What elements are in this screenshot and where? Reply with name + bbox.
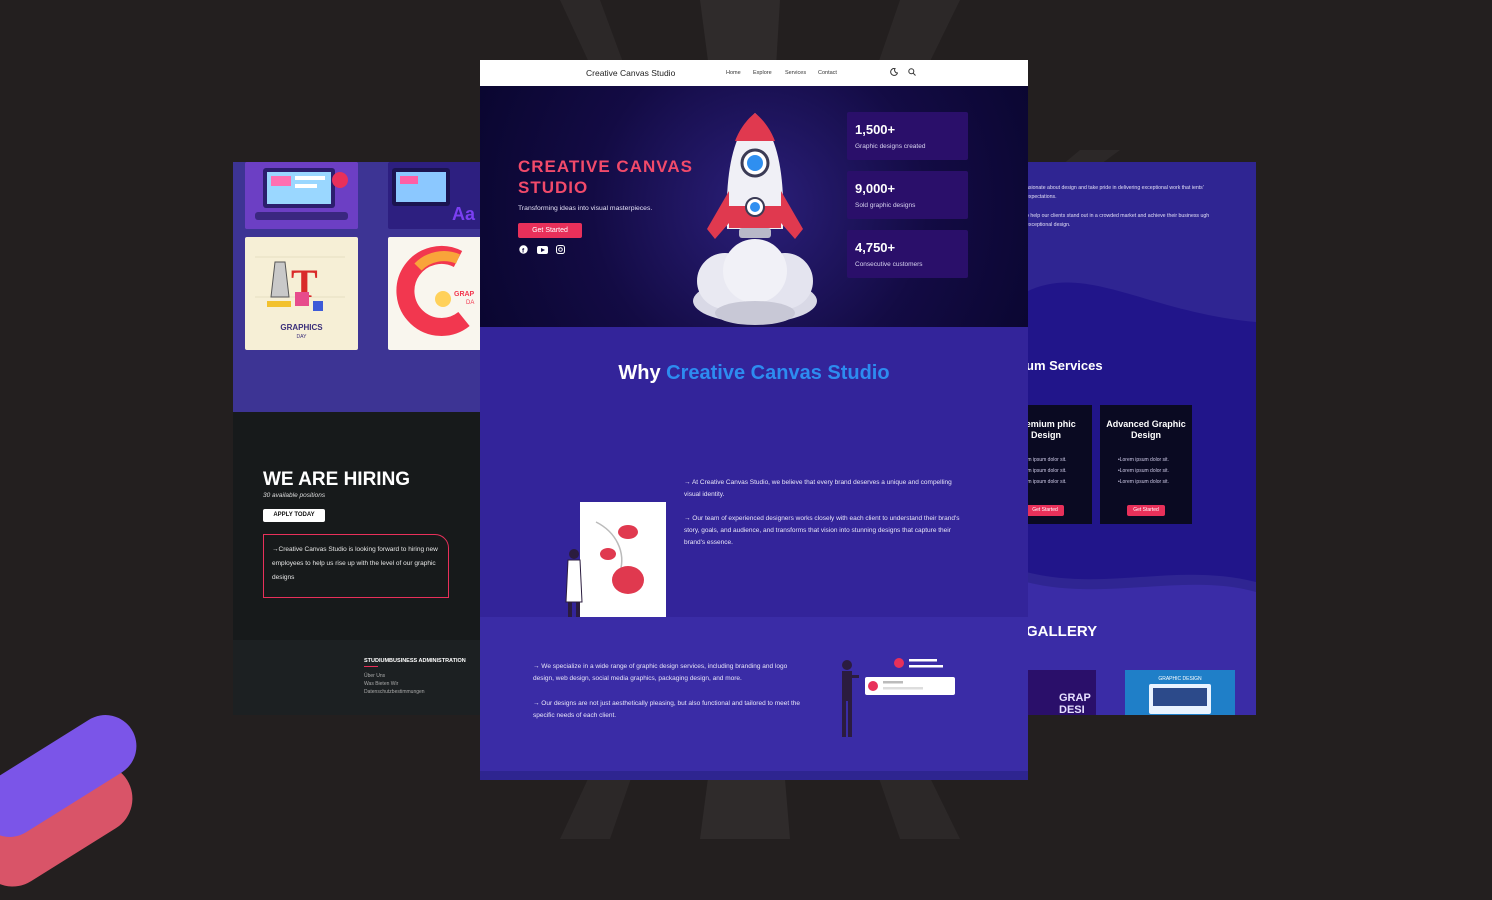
gallery-thumb[interactable] [245,162,358,229]
card-item: ım ipsum dolor sit. [1026,479,1067,485]
poster-2-sub: DA [466,300,475,306]
checklist-illustration [842,658,955,737]
services-paragraph: → Our designs are not just aesthetically… [533,700,801,719]
hero-tagline: Transforming ideas into visual masterpie… [518,205,653,212]
get-started-button[interactable]: Get Started [1127,505,1165,516]
card-title: Premium phic Design [1026,419,1076,440]
nav-explore[interactable]: Explore [753,70,772,76]
footer-link[interactable]: Über Uns [364,673,385,679]
why-heading: Why Creative Canvas Studio [480,362,1028,385]
why-paragraph: → Our team of experienced designers work… [684,515,960,546]
stat-card: 9,000+ Sold graphic designs [847,171,968,219]
graphics-day-title: GRAPHICS [280,323,323,332]
card-title: Advanced Graphic Design [1106,419,1186,440]
stat-value: 4,750+ [855,240,896,255]
gallery-thumb-label: GRAP DESI [1059,692,1091,715]
gallery-thumb[interactable]: GRAP DESI [1026,670,1096,715]
facebook-icon[interactable]: f [519,245,528,254]
hero-section: CREATIVE CANVAS STUDIO Transforming idea… [480,86,1028,327]
why-paragraph: → At Creative Canvas Studio, we believe … [684,479,952,498]
apply-today-button[interactable]: APPLY TODAY [263,509,325,522]
stat-label: Sold graphic designs [855,202,916,209]
youtube-icon[interactable] [537,246,548,254]
about-text: o help our clients stand out in a crowde… [1026,213,1210,228]
navbar: Creative Canvas Studio Home Explore Serv… [480,60,1028,87]
main-page-preview: Creative Canvas Studio Home Explore Serv… [480,60,1028,780]
card-item: •Lorem ipsum dolor sit. [1118,468,1169,474]
hero-title-line: CREATIVE CANVAS [518,157,693,176]
hiring-subtitle: 30 available positions [263,492,326,499]
footer-heading: STUDIUMBUSINESS ADMINISTRATION [364,658,466,664]
services-section: → We specialize in a wide range of graph… [480,617,1028,780]
why-heading-accent: Creative Canvas Studio [666,362,890,384]
monitor-illustration: Aa [388,162,483,229]
stat-card: 1,500+ Graphic designs created [847,112,968,160]
why-section: Why Creative Canvas Studio → At Creative… [480,327,1028,653]
footer-link[interactable]: Was Bieten Wir [364,681,398,687]
stat-value: 9,000+ [855,181,896,196]
footer-underline [364,666,378,667]
poster-2-title: GRAP [454,291,475,298]
about-text: asionate about design and take pride in … [1026,185,1204,200]
card-item: ım ipsum dolor sit. [1026,457,1067,463]
monitor-illustration [1149,684,1211,714]
gallery-heading: GALLERY [1026,623,1098,640]
card-item: •Lorem ipsum dolor sit. [1118,457,1169,463]
footer-link[interactable]: Datenschutzbestimmungen [364,689,425,695]
stat-label: Consecutive customers [855,261,923,268]
graphics-day-poster[interactable]: T GRAPHICS DAY [245,237,358,350]
hero-title: CREATIVE CANVAS STUDIO [518,156,693,198]
monitor-illustration [245,162,358,229]
nav-contact[interactable]: Contact [818,70,837,76]
hiring-section: WE ARE HIRING 30 available positions APP… [233,412,483,640]
gallery-section: Aa T GRAPHICS DAY GRAP DA [233,162,483,412]
graphics-day-sub: DAY [296,334,307,340]
search-icon[interactable] [908,68,916,76]
stat-card: 4,750+ Consecutive customers [847,230,968,278]
gallery-thumb[interactable]: GRAPHIC DESIGN [1125,670,1235,715]
hiring-title: WE ARE HIRING [263,469,411,490]
section-divider [480,771,1028,780]
left-page-preview: Aa T GRAPHICS DAY GRAP DA WE ARE HIRING … [233,162,483,715]
instagram-icon[interactable] [556,245,565,254]
service-card-premium[interactable]: Premium phic Design ım ipsum dolor sit. … [1026,405,1092,524]
gallery-thumb[interactable]: Aa [388,162,483,229]
hero-title-line: STUDIO [518,178,589,197]
services-paragraph: → We specialize in a wide range of graph… [533,663,788,682]
hiring-description: →Creative Canvas Studio is looking forwa… [263,534,449,598]
svg-text:Aa: Aa [452,204,476,224]
services-heading: um Services [1026,358,1103,373]
right-page-preview: asionate about design and take pride in … [1026,162,1256,715]
moon-icon[interactable] [890,68,898,76]
card-item: ım ipsum dolor sit. [1026,468,1067,474]
why-heading-plain: Why [618,362,661,384]
stat-label: Graphic designs created [855,143,926,150]
rocket-illustration [693,113,817,325]
graphics-day-poster-2[interactable]: GRAP DA [388,237,483,350]
card-item: •Lorem ipsum dolor sit. [1118,479,1169,485]
nav-home[interactable]: Home [726,70,741,76]
left-footer: STUDIUMBUSINESS ADMINISTRATION Über Uns … [233,640,483,715]
brand-logo[interactable]: Creative Canvas Studio [586,68,675,78]
get-started-button[interactable]: Get Started [1026,505,1064,516]
nav-services[interactable]: Services [785,70,806,76]
service-card-advanced[interactable]: Advanced Graphic Design •Lorem ipsum dol… [1100,405,1192,524]
get-started-button[interactable]: Get Started [518,223,582,238]
stat-value: 1,500+ [855,122,896,137]
